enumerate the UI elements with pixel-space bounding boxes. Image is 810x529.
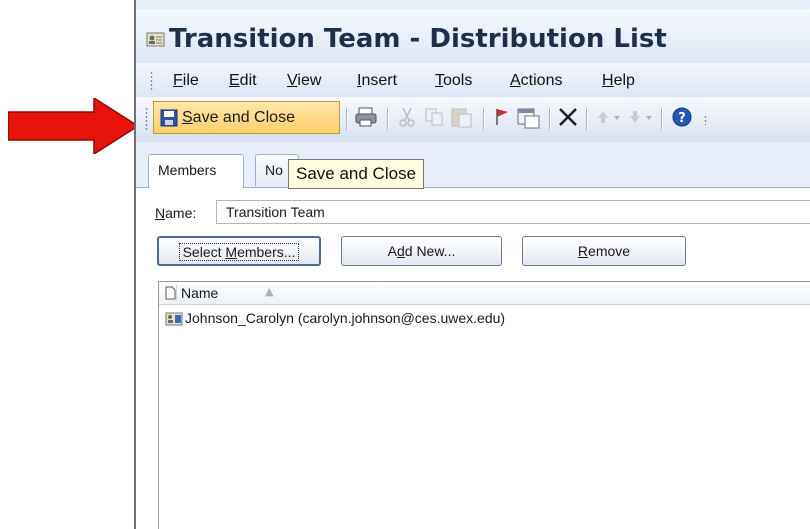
remove-button[interactable]: Remove xyxy=(522,236,686,266)
form-body: Members No Save and Close Name: Transiti… xyxy=(136,142,810,529)
sort-ascending-icon: ▲ xyxy=(265,285,274,298)
categorize-icon[interactable] xyxy=(515,106,541,130)
menu-help[interactable]: Help xyxy=(602,72,635,90)
menu-actions[interactable]: Actions xyxy=(510,72,562,90)
print-icon[interactable] xyxy=(354,106,378,128)
add-new-button[interactable]: Add New... xyxy=(341,236,502,266)
menubar-grip[interactable] xyxy=(150,71,153,91)
title-bar: Transition Team - Distribution List xyxy=(136,9,810,63)
next-item-icon[interactable] xyxy=(626,106,656,128)
menu-bar: File Edit View Insert Tools Actions Help xyxy=(136,63,810,97)
item-type-icon[interactable] xyxy=(165,286,176,300)
standard-toolbar: Save and Close ? xyxy=(136,97,810,143)
toolbar-separator xyxy=(483,108,485,130)
svg-text:?: ? xyxy=(678,111,686,126)
save-and-close-label: Save and Close xyxy=(182,109,295,126)
toolbar-separator xyxy=(549,108,551,130)
name-label: Name: xyxy=(155,205,197,221)
menu-view[interactable]: View xyxy=(287,72,321,90)
toolbar-separator xyxy=(586,108,588,130)
cut-icon[interactable] xyxy=(397,106,417,128)
members-list-header: Name ▲ xyxy=(159,282,810,305)
save-and-close-tooltip: Save and Close xyxy=(288,159,425,189)
tab-strip: Members No xyxy=(136,142,810,188)
distribution-list-icon xyxy=(146,32,165,47)
distribution-list-window: Transition Team - Distribution List File… xyxy=(134,0,810,529)
paste-icon[interactable] xyxy=(450,106,474,128)
delete-icon[interactable] xyxy=(557,106,579,128)
menu-insert[interactable]: Insert xyxy=(357,72,397,90)
toolbar-separator xyxy=(661,108,663,130)
menu-edit[interactable]: Edit xyxy=(229,72,257,90)
toolbar-separator xyxy=(346,108,348,130)
name-column-header[interactable]: Name xyxy=(181,285,218,301)
menu-tools[interactable]: Tools xyxy=(435,72,472,90)
list-item[interactable]: Johnson_Carolyn (carolyn.johnson@ces.uwe… xyxy=(159,308,810,330)
name-field[interactable]: Transition Team xyxy=(216,200,810,224)
menu-file[interactable]: File xyxy=(173,72,199,90)
previous-item-icon[interactable] xyxy=(594,106,624,128)
contact-card-icon xyxy=(165,312,183,326)
window-title: Transition Team - Distribution List xyxy=(169,24,667,54)
copy-icon[interactable] xyxy=(424,106,446,128)
toolbar-overflow-grip[interactable] xyxy=(704,115,707,125)
column-divider xyxy=(176,285,177,301)
select-members-button[interactable]: Select Members... xyxy=(157,236,321,266)
help-icon[interactable]: ? xyxy=(671,106,693,128)
annotation-arrow xyxy=(8,98,140,154)
toolbar-separator xyxy=(387,108,389,130)
flag-icon[interactable] xyxy=(493,106,511,128)
toolbar-grip[interactable] xyxy=(145,107,148,131)
tab-members[interactable]: Members xyxy=(148,154,244,188)
members-list[interactable]: Name ▲ Johnson_Carolyn (carolyn.johnson@… xyxy=(158,281,810,529)
member-name: Johnson_Carolyn (carolyn.johnson@ces.uwe… xyxy=(185,310,506,326)
save-and-close-button[interactable]: Save and Close xyxy=(153,101,340,134)
save-icon xyxy=(160,109,178,127)
